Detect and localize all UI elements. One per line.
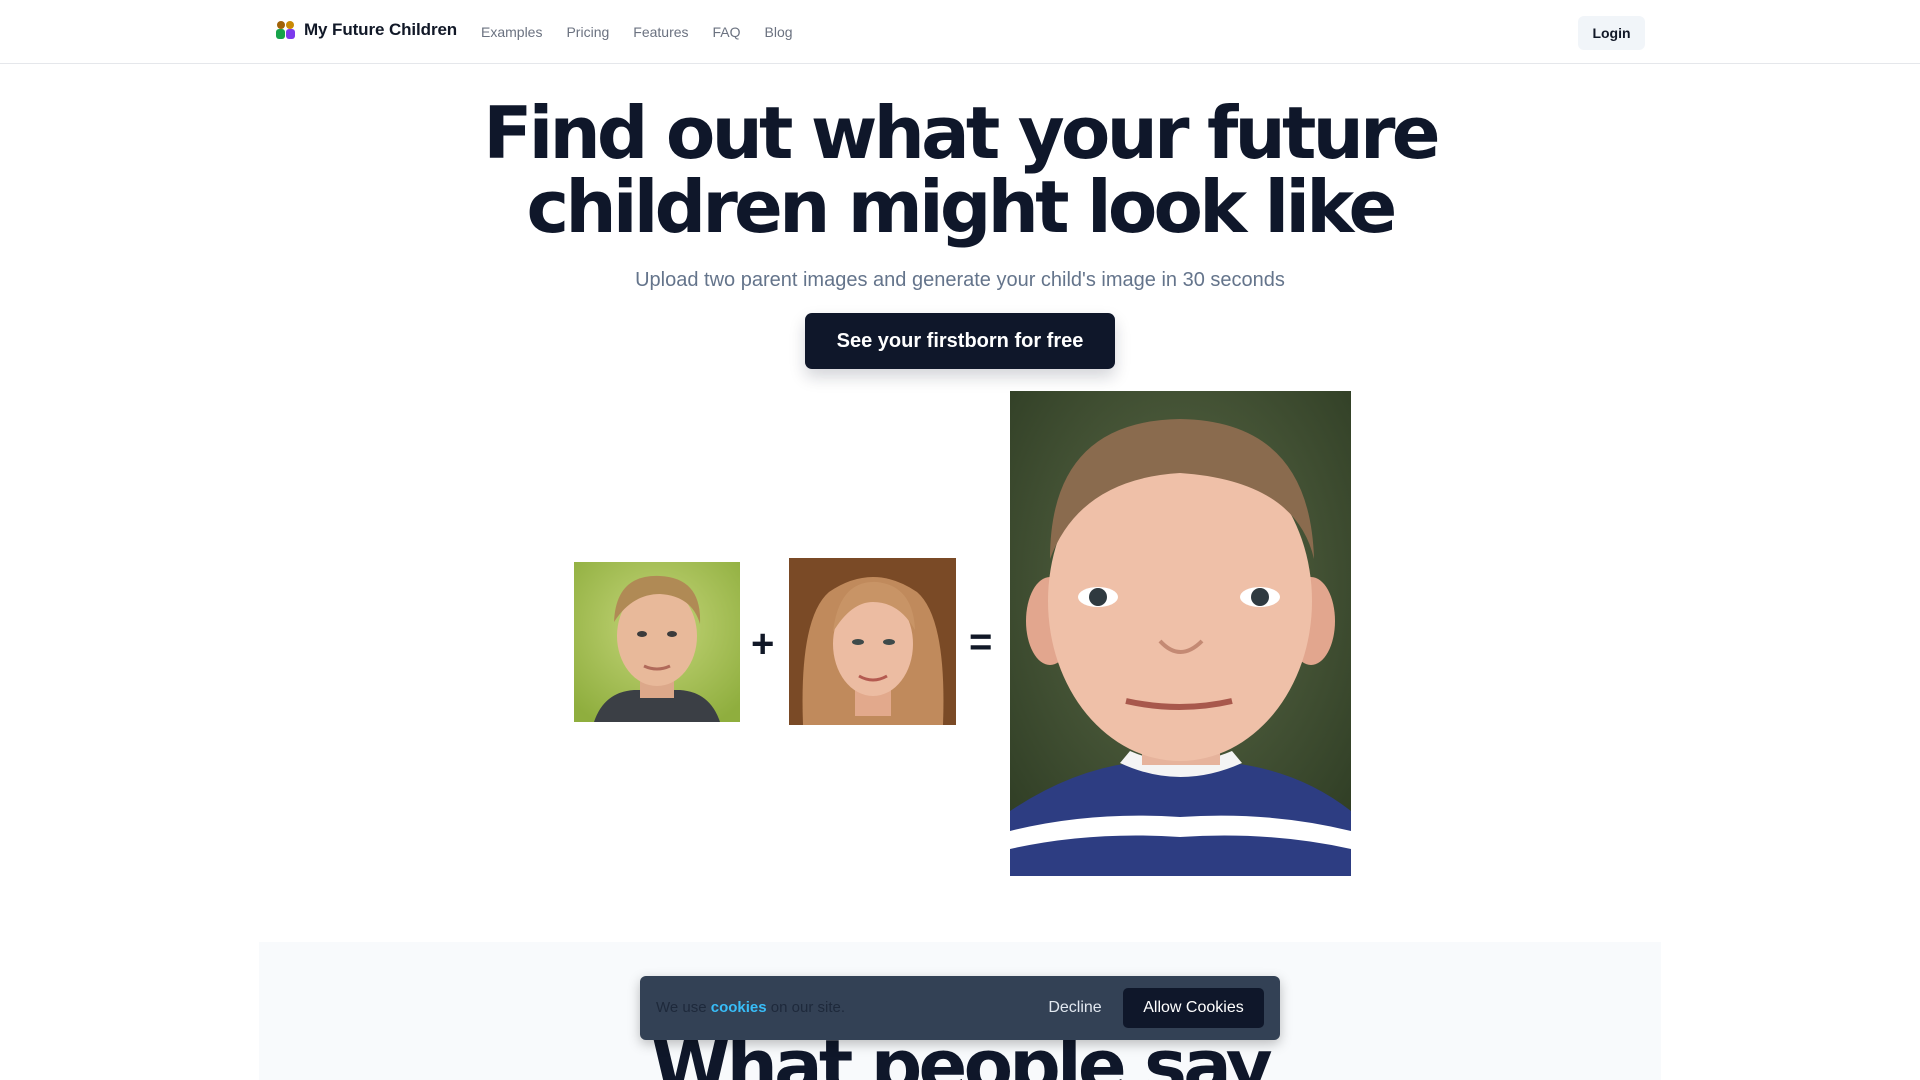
- brand[interactable]: My Future Children: [276, 20, 457, 40]
- cookie-text-after: on our site.: [766, 999, 846, 1016]
- brand-name: My Future Children: [304, 20, 458, 39]
- hero-title-line-1: Find out what your future: [483, 91, 1440, 175]
- allow-cookies-button[interactable]: Allow Cookies: [1123, 988, 1264, 1028]
- decline-cookies-button[interactable]: Decline: [1035, 989, 1115, 1027]
- nav-pricing[interactable]: Pricing: [566, 24, 609, 40]
- main-nav: Examples Pricing Features FAQ Blog: [481, 24, 793, 40]
- cookies-link[interactable]: cookies: [711, 999, 767, 1016]
- child-photo: [1010, 391, 1351, 876]
- nav-faq[interactable]: FAQ: [713, 24, 741, 40]
- hero-title: Find out what your future children might…: [0, 96, 1920, 244]
- nav-blog[interactable]: Blog: [765, 24, 793, 40]
- cookie-banner: We use cookies on our site. Decline Allo…: [640, 976, 1280, 1040]
- nav-features[interactable]: Features: [633, 24, 688, 40]
- mother-photo: [789, 558, 956, 725]
- cookie-text-before: We use: [656, 999, 711, 1016]
- father-photo: [574, 562, 740, 722]
- login-button[interactable]: Login: [1578, 16, 1645, 50]
- equals-sign: =: [969, 620, 993, 664]
- cookie-text: We use cookies on our site.: [656, 999, 845, 1016]
- cta-button[interactable]: See your firstborn for free: [805, 313, 1115, 369]
- nav-examples[interactable]: Examples: [481, 24, 542, 40]
- plus-sign: +: [751, 622, 775, 666]
- site-header: My Future Children Examples Pricing Feat…: [0, 0, 1920, 64]
- hero-subtitle: Upload two parent images and generate yo…: [635, 269, 1285, 291]
- family-logo-icon: [276, 20, 296, 40]
- hero-title-line-2: children might look like: [526, 165, 1398, 249]
